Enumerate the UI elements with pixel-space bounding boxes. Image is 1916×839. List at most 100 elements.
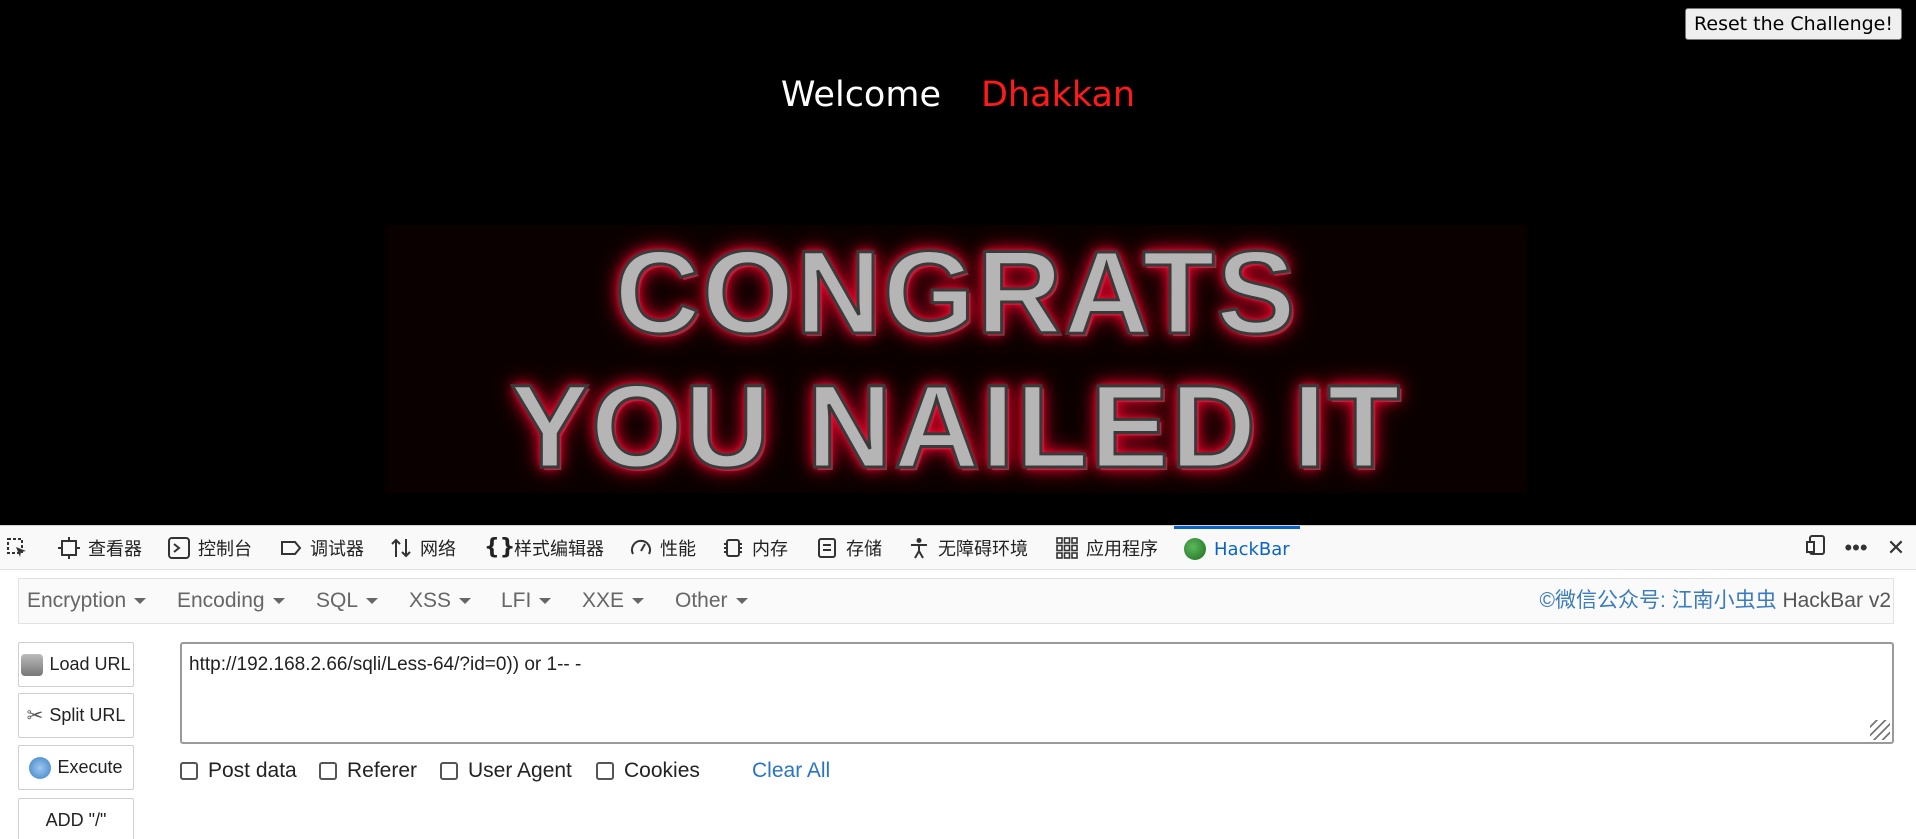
console-icon	[168, 536, 190, 559]
hackbar-icon	[1184, 538, 1206, 560]
checkbox-box[interactable]	[440, 762, 458, 780]
style-editor-icon: {}	[484, 534, 516, 560]
brand-suffix: HackBar v2	[1776, 589, 1891, 612]
tab-style-editor[interactable]: {} 样式编辑器	[484, 526, 604, 569]
tab-label: 控制台	[198, 538, 252, 560]
menu-label: XSS	[409, 589, 452, 612]
close-icon[interactable]: ✕	[1876, 535, 1916, 561]
button-label: Split URL	[49, 705, 126, 725]
browser-window: Reset the Challenge! Welcome Dhakkan CONG…	[0, 0, 1916, 839]
checkbox-label: Referer	[347, 759, 418, 782]
menu-encryption[interactable]: Encryption	[27, 579, 147, 623]
debugger-icon	[280, 537, 302, 559]
accessibility-icon	[908, 537, 930, 559]
element-picker[interactable]	[6, 526, 28, 569]
tab-label: 应用程序	[1086, 538, 1158, 560]
tab-label: 调试器	[310, 538, 364, 560]
banner-line-2: YOU NAILED IT	[509, 361, 1402, 493]
checkbox-label: Post data	[208, 759, 297, 782]
checkbox-label: Cookies	[624, 759, 700, 782]
menu-sql[interactable]: SQL	[316, 579, 379, 623]
resize-handle[interactable]	[1870, 720, 1890, 740]
chevron-down-icon	[134, 598, 147, 605]
execute-button[interactable]: Execute	[18, 745, 134, 790]
load-url-button[interactable]: Load URL	[18, 642, 134, 687]
chevron-down-icon	[735, 598, 748, 605]
performance-icon	[630, 537, 652, 559]
welcome-heading: Welcome Dhakkan	[0, 72, 1916, 118]
welcome-text: Welcome	[780, 75, 941, 115]
devtools-panel: 查看器 控制台 调试器 网络 {} 样式编辑器 性能 内存 存储 无障碍环境 应…	[0, 525, 1916, 839]
button-label: Execute	[57, 757, 123, 777]
tab-label: 样式编辑器	[514, 538, 604, 560]
user-name: Dhakkan	[980, 75, 1136, 115]
tab-memory[interactable]: 内存	[722, 526, 788, 569]
banner-line-1: CONGRATS	[613, 227, 1298, 359]
brand-prefix: ©微信公众号: 江南小虫虫	[1539, 589, 1777, 612]
button-label: ADD "/"	[45, 810, 107, 830]
application-icon	[1056, 536, 1078, 559]
menu-label: Encryption	[27, 589, 127, 612]
devtools-controls: ••• ✕	[1796, 526, 1916, 569]
tab-accessibility[interactable]: 无障碍环境	[908, 526, 1028, 569]
tab-label: 存储	[846, 538, 882, 560]
inspector-icon	[58, 536, 80, 559]
checkbox-box[interactable]	[180, 762, 198, 780]
tab-debugger[interactable]: 调试器	[280, 526, 364, 569]
chevron-down-icon	[459, 598, 472, 605]
tab-label: 查看器	[88, 538, 142, 560]
play-icon	[29, 756, 52, 779]
user-agent-checkbox[interactable]: User Agent	[440, 756, 572, 786]
url-text: http://192.168.2.66/sqli/Less-64/?id=0))…	[189, 654, 582, 675]
load-url-icon	[21, 653, 44, 676]
chevron-down-icon	[539, 598, 552, 605]
reset-challenge-button[interactable]: Reset the Challenge!	[1685, 8, 1902, 40]
split-url-button[interactable]: ✂ Split URL	[18, 693, 134, 738]
clear-all-link[interactable]: Clear All	[752, 756, 830, 786]
menu-encoding[interactable]: Encoding	[177, 579, 285, 623]
memory-icon	[722, 537, 744, 559]
tab-label: HackBar	[1214, 538, 1290, 560]
cookies-checkbox[interactable]: Cookies	[596, 756, 700, 786]
page-viewport: Reset the Challenge! Welcome Dhakkan CONG…	[0, 0, 1916, 525]
url-textarea[interactable]: http://192.168.2.66/sqli/Less-64/?id=0))…	[180, 642, 1894, 744]
tab-application[interactable]: 应用程序	[1056, 526, 1158, 569]
tab-label: 无障碍环境	[938, 538, 1028, 560]
checkbox-label: User Agent	[468, 759, 572, 782]
checkbox-box[interactable]	[596, 762, 614, 780]
menu-label: LFI	[501, 589, 532, 612]
hackbar-menu: Encryption Encoding SQL XSS LFI XXE Othe…	[18, 578, 1894, 624]
element-picker-icon	[6, 537, 28, 559]
menu-other[interactable]: Other	[675, 579, 748, 623]
chevron-down-icon	[272, 598, 285, 605]
tab-hackbar[interactable]: HackBar	[1174, 526, 1300, 569]
dock-side-icon[interactable]	[1796, 534, 1836, 562]
add-slash-button[interactable]: ADD "/"	[18, 798, 134, 839]
menu-label: Other	[675, 589, 728, 612]
chevron-down-icon	[366, 598, 379, 605]
menu-label: Encoding	[177, 589, 265, 612]
tab-storage[interactable]: 存储	[816, 526, 882, 569]
referer-checkbox[interactable]: Referer	[319, 756, 417, 786]
devtools-tabbar: 查看器 控制台 调试器 网络 {} 样式编辑器 性能 内存 存储 无障碍环境 应…	[0, 526, 1916, 570]
hackbar-brand: ©微信公众号: 江南小虫虫 HackBar v2	[1539, 579, 1891, 623]
more-options-icon[interactable]: •••	[1836, 535, 1876, 561]
tab-network[interactable]: 网络	[390, 526, 456, 569]
menu-xss[interactable]: XSS	[409, 579, 472, 623]
tab-inspector[interactable]: 查看器	[58, 526, 142, 569]
tab-label: 内存	[752, 538, 788, 560]
scissors-icon: ✂	[26, 705, 44, 727]
network-icon	[390, 537, 412, 559]
menu-xxe[interactable]: XXE	[582, 579, 645, 623]
tab-console[interactable]: 控制台	[168, 526, 252, 569]
chevron-down-icon	[632, 598, 645, 605]
checkbox-box[interactable]	[319, 762, 337, 780]
tab-label: 性能	[660, 538, 696, 560]
menu-label: SQL	[316, 589, 359, 612]
storage-icon	[816, 537, 838, 559]
congrats-banner: CONGRATS YOU NAILED IT	[385, 225, 1527, 493]
post-data-checkbox[interactable]: Post data	[180, 756, 297, 786]
button-label: Load URL	[49, 654, 131, 674]
menu-lfi[interactable]: LFI	[501, 579, 552, 623]
tab-performance[interactable]: 性能	[630, 526, 696, 569]
